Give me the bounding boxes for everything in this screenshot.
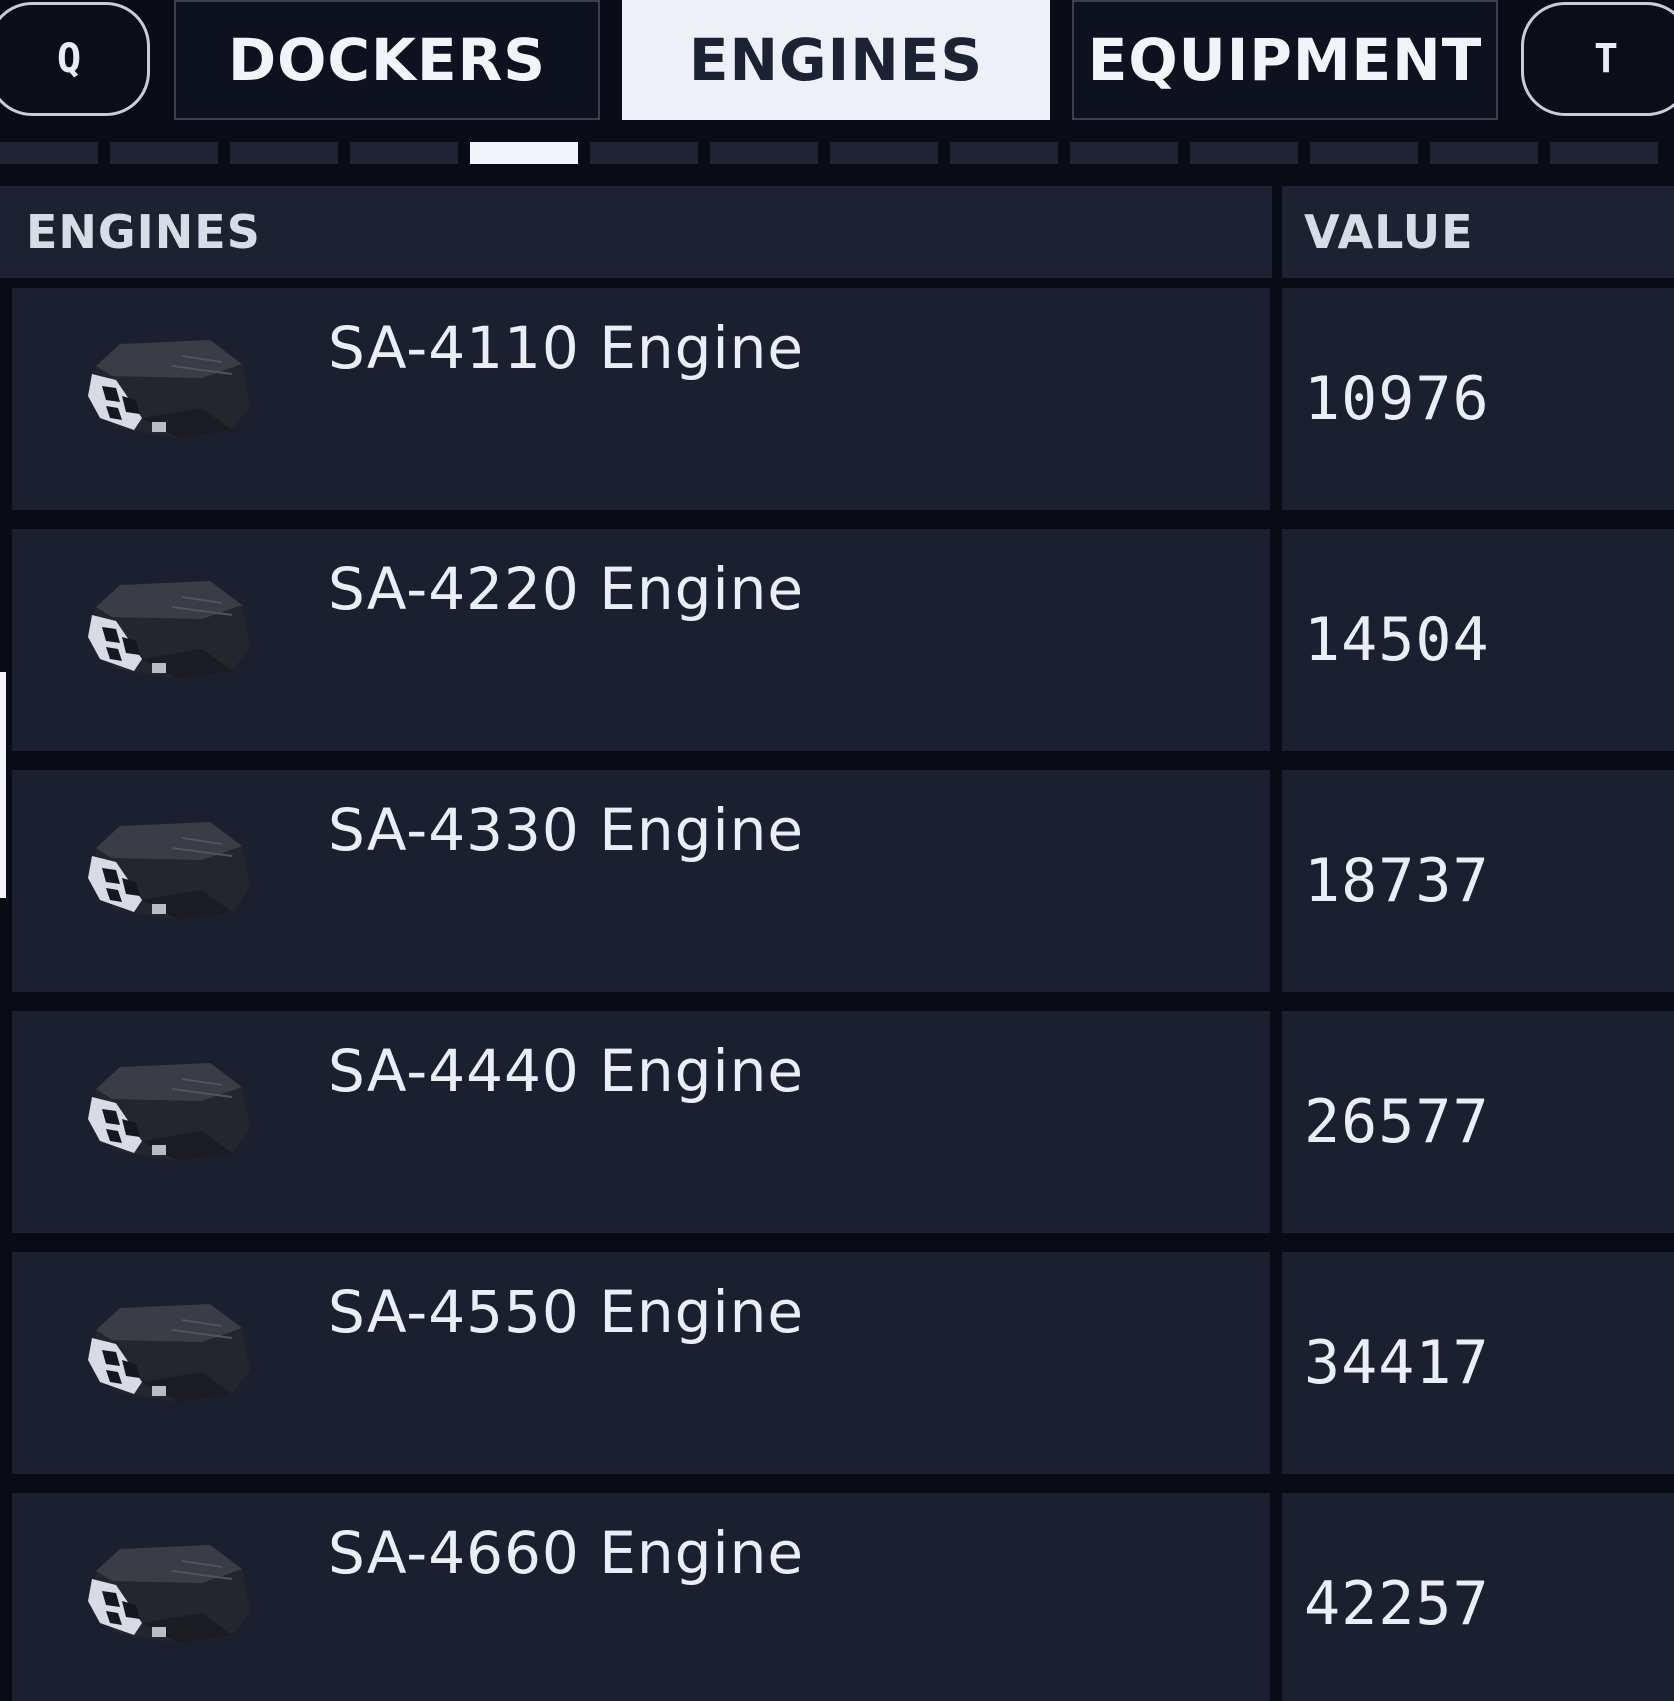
column-header-value[interactable]: VALUE — [1282, 186, 1674, 278]
engine-value: 26577 — [1304, 1087, 1490, 1157]
key-q-label: Q — [56, 36, 82, 82]
row-value-cell: 26577 — [1282, 1011, 1674, 1233]
engine-value: 14504 — [1304, 605, 1490, 675]
engine-icon — [88, 581, 250, 679]
list-scroll-indicator[interactable] — [0, 672, 6, 898]
column-header-engines[interactable]: ENGINES — [0, 186, 1272, 278]
table-row[interactable]: SA-4440 Engine 26577 — [0, 1011, 1674, 1233]
engine-icon — [88, 1304, 250, 1402]
engine-icon — [88, 1545, 250, 1643]
tab-equipment[interactable]: EQUIPMENT — [1072, 0, 1498, 120]
page-dash — [1070, 142, 1178, 164]
page-dash — [590, 142, 698, 164]
engines-inventory-screen: Q DOCKERS ENGINES EQUIPMENT T ENGINES VA… — [0, 0, 1674, 1701]
row-name-cell: SA-4660 Engine — [12, 1493, 1270, 1701]
tab-engines-label: ENGINES — [688, 26, 984, 94]
row-name-cell: SA-4440 Engine — [12, 1011, 1270, 1233]
engine-name: SA-4330 Engine — [328, 796, 805, 864]
category-page-indicator — [0, 142, 1674, 164]
engine-name: SA-4220 Engine — [328, 555, 805, 623]
key-t-label: T — [1593, 36, 1619, 82]
engine-icon — [88, 822, 250, 920]
engine-value: 34417 — [1304, 1328, 1490, 1398]
table-header: ENGINES VALUE — [0, 186, 1674, 278]
page-dash — [1190, 142, 1298, 164]
engine-value: 42257 — [1304, 1569, 1490, 1639]
row-value-cell: 42257 — [1282, 1493, 1674, 1701]
table-row[interactable]: SA-4660 Engine 42257 — [0, 1493, 1674, 1701]
table-row[interactable]: SA-4330 Engine 18737 — [0, 770, 1674, 992]
page-dash — [110, 142, 218, 164]
row-name-cell: SA-4110 Engine — [12, 288, 1270, 510]
engines-list: SA-4110 Engine 10976 SA-4220 Engine 1450… — [0, 288, 1674, 1701]
engine-name: SA-4550 Engine — [328, 1278, 805, 1346]
page-dash — [1430, 142, 1538, 164]
row-name-cell: SA-4330 Engine — [12, 770, 1270, 992]
page-dash — [950, 142, 1058, 164]
tab-equipment-label: EQUIPMENT — [1087, 26, 1483, 94]
tab-dockers-label: DOCKERS — [227, 26, 546, 94]
column-header-value-label: VALUE — [1304, 205, 1474, 259]
page-dash — [230, 142, 338, 164]
page-dash — [350, 142, 458, 164]
engine-value: 18737 — [1304, 846, 1490, 916]
row-value-cell: 18737 — [1282, 770, 1674, 992]
table-row[interactable]: SA-4110 Engine 10976 — [0, 288, 1674, 510]
prev-category-key-q[interactable]: Q — [0, 2, 150, 116]
engine-icon — [88, 340, 250, 438]
table-row[interactable]: SA-4220 Engine 14504 — [0, 529, 1674, 751]
engine-name: SA-4110 Engine — [328, 314, 805, 382]
column-header-engines-label: ENGINES — [26, 205, 261, 259]
table-row[interactable]: SA-4550 Engine 34417 — [0, 1252, 1674, 1474]
row-name-cell: SA-4550 Engine — [12, 1252, 1270, 1474]
engine-icon — [88, 1063, 250, 1161]
tab-engines[interactable]: ENGINES — [622, 0, 1050, 120]
page-dash — [1310, 142, 1418, 164]
page-dash — [830, 142, 938, 164]
page-dash — [710, 142, 818, 164]
page-dash — [1550, 142, 1658, 164]
row-name-cell: SA-4220 Engine — [12, 529, 1270, 751]
page-dash — [0, 142, 98, 164]
engine-value: 10976 — [1304, 364, 1490, 434]
row-value-cell: 14504 — [1282, 529, 1674, 751]
page-dash-active — [470, 142, 578, 164]
row-value-cell: 34417 — [1282, 1252, 1674, 1474]
engine-name: SA-4440 Engine — [328, 1037, 805, 1105]
row-value-cell: 10976 — [1282, 288, 1674, 510]
engine-name: SA-4660 Engine — [328, 1519, 805, 1587]
next-category-key-t[interactable]: T — [1521, 2, 1674, 116]
tab-dockers[interactable]: DOCKERS — [174, 0, 600, 120]
